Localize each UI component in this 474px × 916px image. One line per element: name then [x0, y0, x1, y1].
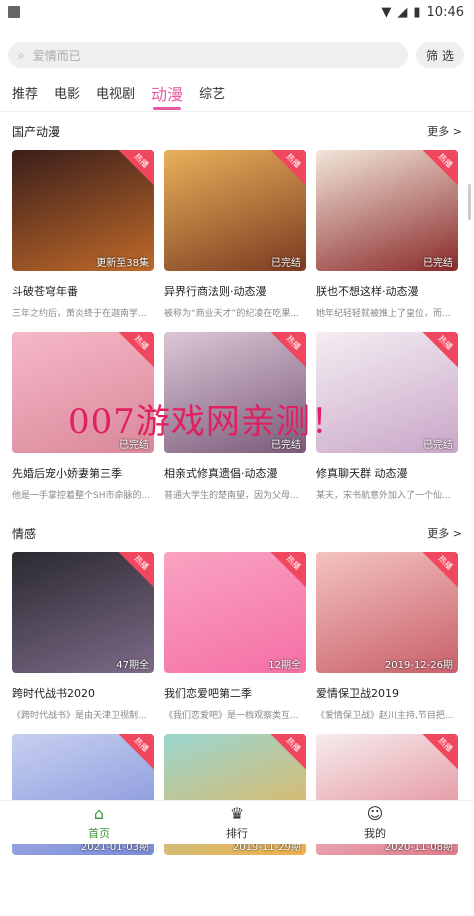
card-description: 普通大学生的楚南望，因为父母...	[164, 491, 299, 501]
section-header: 情感 更多 >	[12, 514, 462, 552]
wifi-icon: ▼	[381, 4, 392, 20]
hot-badge: 热播	[419, 734, 458, 771]
search-placeholder: 爱情而已	[32, 48, 81, 63]
nav-profile[interactable]: ☺ 我的	[345, 804, 405, 841]
card-description: 《跨时代战书》是由天津卫视制...	[12, 711, 147, 721]
tab-2[interactable]: 电视剧	[96, 82, 135, 108]
hot-badge: 热播	[419, 150, 458, 187]
scrollbar[interactable]	[468, 184, 471, 220]
nav-label: 首页	[88, 827, 110, 840]
bottom-nav: ⌂ 首页 ♛ 排行 ☺ 我的	[0, 800, 474, 844]
card-description: 《爱情保卫战》赵川主持,节目把...	[316, 711, 454, 721]
nav-home[interactable]: ⌂ 首页	[69, 804, 129, 841]
tab-4[interactable]: 综艺	[199, 82, 225, 108]
status-time: 10:46	[426, 4, 464, 20]
card-title: 我们恋爱吧第二季	[164, 687, 252, 700]
media-card[interactable]: 热播 已完结 异界行商法则·动态漫 被称为“商业天才”的纪凌在吃果...	[164, 150, 306, 332]
episode-status: 2019-12-26期	[384, 660, 453, 671]
poster-image[interactable]: 热播 更新至38集	[12, 150, 154, 271]
hot-badge: 热播	[115, 552, 154, 589]
episode-status: 已完结	[423, 258, 453, 269]
category-tabs: 推荐 电影 电视剧 动漫 综艺	[0, 78, 474, 112]
nav-ranking[interactable]: ♛ 排行	[207, 804, 267, 841]
card-title: 朕也不想这样·动态漫	[316, 285, 419, 298]
tab-0[interactable]: 推荐	[12, 82, 38, 108]
tab-3[interactable]: 动漫	[151, 82, 183, 110]
card-grid: 热播 更新至38集 斗破苍穹年番 三年之约后，萧炎终于在迦南学... 热播 已完…	[12, 150, 462, 514]
battery-icon: ▮	[413, 4, 421, 20]
nav-label: 排行	[226, 827, 248, 840]
section-1: 情感 更多 > 热播 47期全 跨时代战书2020 《跨时代战书》是由天津卫视制…	[0, 514, 474, 916]
card-description: 三年之约后，萧炎终于在迦南学...	[12, 309, 147, 319]
hot-badge: 热播	[419, 552, 458, 589]
section-title: 国产动漫	[12, 124, 61, 139]
media-card[interactable]: 热播 更新至38集 斗破苍穹年番 三年之约后，萧炎终于在迦南学...	[12, 150, 154, 332]
card-title: 爱情保卫战2019	[316, 687, 399, 700]
card-title: 斗破苍穹年番	[12, 285, 78, 298]
hot-badge: 热播	[419, 332, 458, 369]
media-card[interactable]: 热播 47期全 跨时代战书2020 《跨时代战书》是由天津卫视制...	[12, 552, 154, 734]
section-header: 国产动漫 更多 >	[12, 112, 462, 150]
signal-icon: ◢	[397, 4, 408, 20]
card-title: 异界行商法则·动态漫	[164, 285, 267, 298]
card-title: 相亲式修真遗倡·动态漫	[164, 467, 278, 480]
hot-badge: 热播	[267, 552, 306, 589]
hot-badge: 热播	[115, 332, 154, 369]
tab-1[interactable]: 电影	[54, 82, 80, 108]
episode-status: 12期全	[268, 660, 301, 671]
card-title: 跨时代战书2020	[12, 687, 95, 700]
poster-image[interactable]: 热播 2019-12-26期	[316, 552, 458, 673]
home-icon: ⌂	[93, 804, 105, 823]
more-link[interactable]: 更多 >	[427, 525, 462, 541]
nav-label: 我的	[364, 827, 386, 840]
card-description: 某天，宋书航意外加入了一个仙...	[316, 491, 451, 501]
filter-button[interactable]: 筛 选	[416, 42, 464, 68]
media-card[interactable]: 热播 已完结 朕也不想这样·动态漫 她年纪轻轻就被推上了皇位，而...	[316, 150, 458, 332]
card-description: 被称为“商业天才”的纪凌在吃果...	[164, 309, 299, 319]
media-card[interactable]: 热播 2019-12-26期 爱情保卫战2019 《爱情保卫战》赵川主持,节目把…	[316, 552, 458, 734]
card-description: 《我们恋爱吧》是一档观察类互...	[164, 711, 299, 721]
watermark: 007游戏网亲测！	[68, 402, 346, 442]
episode-status: 47期全	[116, 660, 149, 671]
hot-badge: 热播	[115, 734, 154, 771]
card-description: 她年纪轻轻就被推上了皇位，而...	[316, 309, 451, 319]
more-link[interactable]: 更多 >	[427, 123, 462, 139]
card-title: 修真聊天群 动态漫	[316, 467, 408, 480]
media-card[interactable]: 热播 12期全 我们恋爱吧第二季 《我们恋爱吧》是一档观察类互...	[164, 552, 306, 734]
poster-image[interactable]: 热播 47期全	[12, 552, 154, 673]
search-icon: ⌕	[18, 47, 25, 62]
episode-status: 更新至38集	[96, 258, 149, 269]
hot-badge: 热播	[267, 734, 306, 771]
card-title: 先婚后宠小娇妻第三季	[12, 467, 122, 480]
poster-image[interactable]: 热播 12期全	[164, 552, 306, 673]
ranking-icon: ♛	[229, 804, 245, 823]
hot-badge: 热播	[267, 332, 306, 369]
section-title: 情感	[12, 526, 37, 541]
search-row: ⌕ 爱情而已 筛 选	[0, 24, 474, 78]
profile-icon: ☺	[366, 804, 384, 823]
episode-status: 已完结	[271, 258, 301, 269]
poster-image[interactable]: 热播 已完结	[316, 150, 458, 271]
section-0: 国产动漫 更多 > 热播 更新至38集 斗破苍穹年番 三年之约后，萧炎终于在迦南…	[0, 112, 474, 514]
episode-status: 已完结	[423, 440, 453, 451]
hot-badge: 热播	[267, 150, 306, 187]
card-description: 他是一手掌控着整个SH市命脉的...	[12, 491, 151, 501]
poster-image[interactable]: 热播 已完结	[164, 150, 306, 271]
search-input[interactable]: ⌕ 爱情而已	[8, 42, 408, 68]
card-grid: 热播 47期全 跨时代战书2020 《跨时代战书》是由天津卫视制... 热播 1…	[12, 552, 462, 916]
status-bar: ▼ ◢ ▮ 10:46	[0, 0, 474, 24]
hot-badge: 热播	[115, 150, 154, 187]
notification-icon	[8, 6, 20, 18]
